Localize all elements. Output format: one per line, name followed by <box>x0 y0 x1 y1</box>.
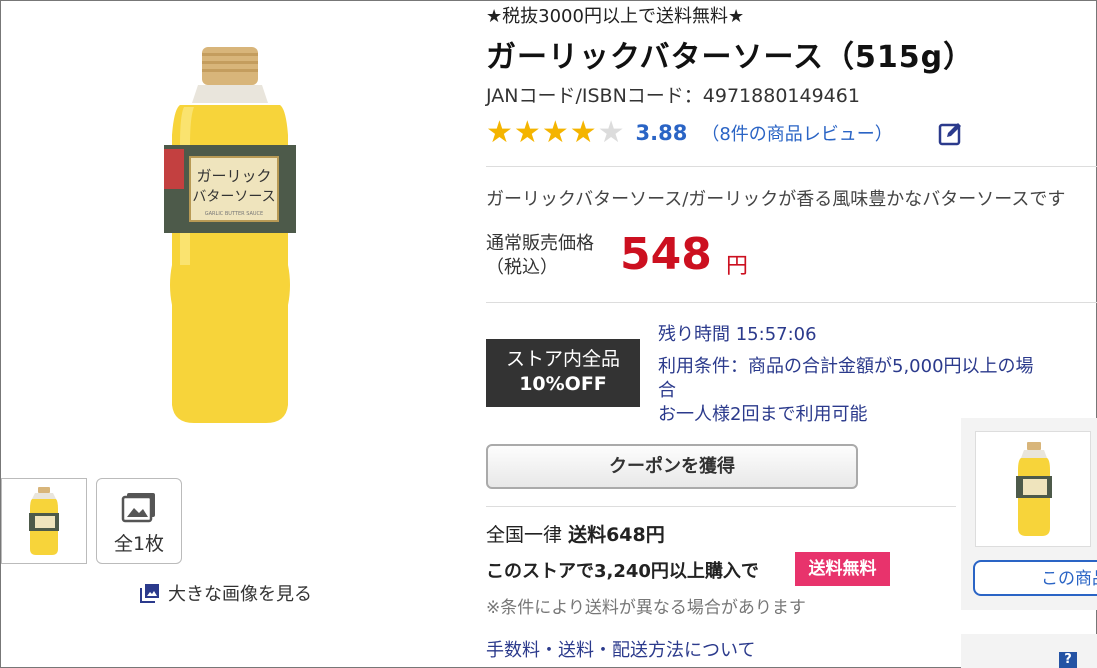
product-description: ガーリックバターソース/ガーリックが香る風味豊かなバターソースです <box>486 189 1066 210</box>
price-unit: 円 <box>726 254 749 279</box>
product-title: ガーリックバターソース（515g） <box>486 40 975 75</box>
shipping-flat-label: 全国一律 <box>486 524 563 546</box>
side-product-thumbnail[interactable] <box>975 431 1091 547</box>
star-icon: ★ <box>486 115 513 150</box>
shipping-fee: 送料648円 <box>568 524 665 546</box>
coupon-badge: ストア内全品 10%OFF <box>486 339 640 407</box>
coupon-remaining-time: 残り時間 15:57:06 <box>658 324 817 345</box>
star-icon: ★ <box>597 115 625 150</box>
free-shipping-badge: 送料無料 <box>795 552 890 586</box>
image-gallery-icon <box>140 584 159 603</box>
view-large-label: 大きな画像を見る <box>168 584 312 605</box>
bottle-label-line2: バターソース <box>192 189 275 205</box>
divider <box>486 506 956 507</box>
rating-row: ★ ★ ★ ★ ★ 3.88 （8件の商品レビュー） <box>486 118 893 148</box>
get-coupon-button[interactable]: クーポンを獲得 <box>486 444 858 489</box>
coupon-conditions: 利用条件：商品の合計金額が5,000円以上の場合 お一人様2回まで利用可能 <box>658 355 1038 427</box>
product-main-image[interactable]: ガーリック バターソース GARLIC BUTTER SAUCE <box>150 45 310 425</box>
rating-value: 3.88 <box>635 121 688 145</box>
star-icon: ★ <box>569 115 597 150</box>
all-images-button[interactable]: 全1枚 <box>96 478 182 564</box>
thumbnail-image[interactable] <box>1 478 87 564</box>
bottle-label-en: GARLIC BUTTER SAUCE <box>205 211 263 217</box>
shipping-flat-rate: 全国一律 送料648円 <box>486 520 665 547</box>
coupon-badge-line2: 10%OFF <box>519 373 607 395</box>
free-shipping-condition: このストアで3,240円以上購入で <box>486 561 759 582</box>
promo-banner: ★税抜3000円以上で送料無料★ <box>486 6 745 27</box>
price-label: 通常販売価格 （税込） <box>486 232 594 280</box>
photo-icon <box>121 493 155 523</box>
divider <box>486 302 1097 303</box>
bottle-label-line1: ガーリック <box>196 167 271 185</box>
all-images-count: 全1枚 <box>113 533 165 555</box>
divider <box>486 166 1097 167</box>
jan-code: JANコード/ISBNコード：4971880149461 <box>486 85 860 107</box>
shipping-info-link[interactable]: 手数料・送料・配送方法について <box>486 636 755 662</box>
view-large-image-link[interactable]: 大きな画像を見る <box>140 580 312 606</box>
price-label-line1: 通常販売価格 <box>486 233 594 254</box>
help-icon[interactable]: ? <box>1059 652 1077 668</box>
review-count-link[interactable]: （8件の商品レビュー） <box>701 120 892 146</box>
shipping-note: ※条件により送料が異なる場合があります <box>486 598 806 618</box>
side-product-button[interactable]: この商品 <box>973 560 1097 596</box>
star-icon: ★ <box>513 115 541 150</box>
edit-icon[interactable] <box>938 120 964 146</box>
coupon-badge-line1: ストア内全品 <box>505 348 620 370</box>
price-value: 548 <box>620 229 712 280</box>
star-icon: ★ <box>541 115 569 150</box>
price-label-line2: （税込） <box>486 257 558 278</box>
coupon-condition-1: 利用条件：商品の合計金額が5,000円以上の場合 <box>658 356 1034 401</box>
